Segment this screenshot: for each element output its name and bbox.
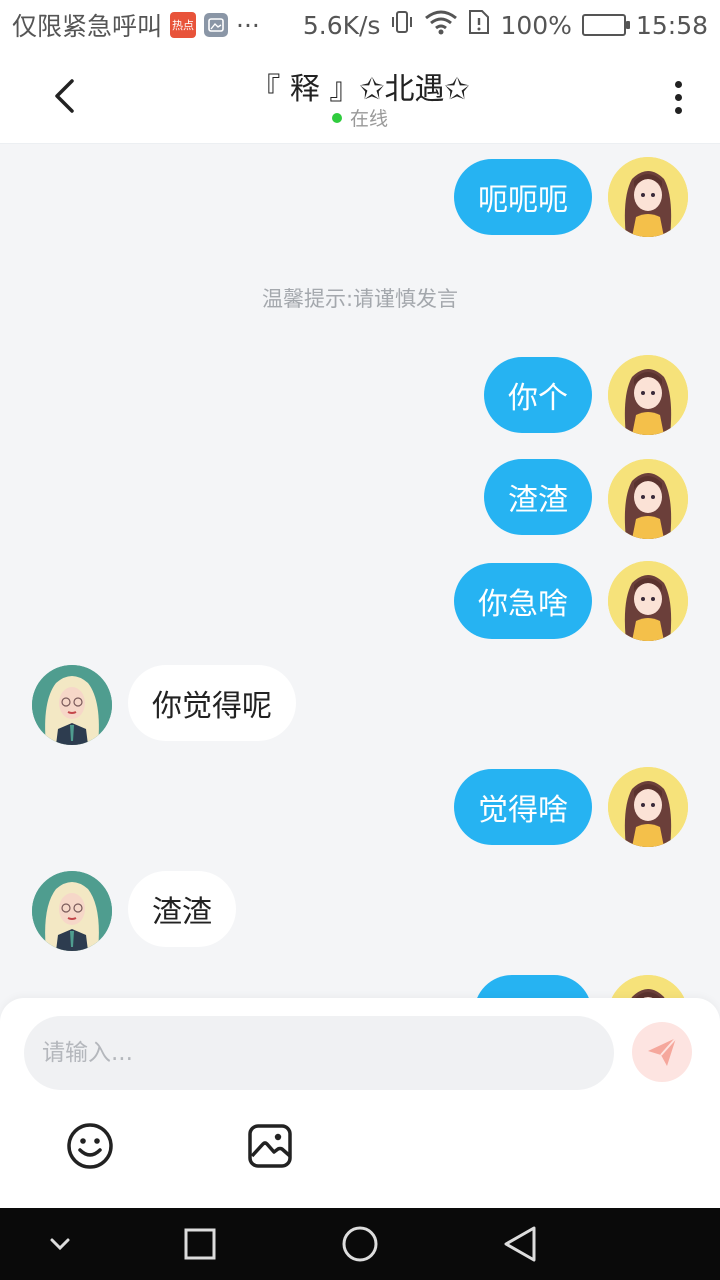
my-avatar[interactable] (608, 355, 688, 435)
system-tip: 温馨提示:请谨慎发言 (261, 287, 459, 311)
my-avatar[interactable] (608, 561, 688, 641)
dot-icon (674, 106, 682, 114)
send-icon (648, 1037, 677, 1066)
chevron-down-icon (50, 1238, 70, 1251)
carrier-text: 仅限紧急呼叫 (12, 12, 163, 41)
contact-name: 『 释 』✩北遇✩ (250, 72, 470, 107)
more-options-button[interactable] (662, 74, 694, 120)
contact-message-bubble[interactable]: 你觉得呢 (128, 665, 296, 741)
image-button[interactable] (246, 1122, 294, 1170)
message-list[interactable]: 呃呃呃 温馨提示:请谨慎发言 你个 渣渣 你急啥 你觉得呢 觉得啥 渣渣 (0, 145, 720, 1005)
contact-avatar[interactable] (32, 665, 112, 745)
my-message-bubble[interactable]: 你个 (484, 357, 592, 433)
square-icon (184, 1228, 216, 1260)
battery-percent: 100% (500, 10, 572, 40)
my-message-bubble[interactable]: 觉得啥 (454, 769, 592, 845)
wifi-icon (424, 9, 458, 41)
emoji-button[interactable] (66, 1122, 114, 1170)
hotspot-badge-icon: 热点 (170, 12, 197, 38)
more-notifications-indicator: ··· (236, 10, 260, 40)
circle-icon (342, 1226, 378, 1262)
my-message-bubble[interactable]: 渣渣 (484, 459, 592, 535)
image-icon (248, 1124, 292, 1168)
dot-icon (674, 93, 682, 101)
dot-icon (674, 80, 682, 88)
presence-label: 在线 (349, 108, 388, 130)
message-input[interactable] (24, 1016, 614, 1090)
nav-home-button[interactable] (338, 1222, 382, 1266)
nav-recents-button[interactable] (178, 1222, 222, 1266)
battery-icon (581, 14, 630, 36)
contact-avatar[interactable] (32, 871, 112, 951)
chat-header: 『 释 』✩北遇✩ 在线 (0, 50, 720, 144)
vibrate-icon (390, 9, 414, 41)
network-speed: 5.6K/s (302, 10, 381, 40)
presence-status: 在线 (0, 104, 720, 131)
send-button[interactable] (632, 1022, 692, 1082)
status-bar: 仅限紧急呼叫 热点 ··· 5.6K/s 100% 15:58 (0, 0, 720, 50)
my-avatar[interactable] (608, 157, 688, 237)
my-message-bubble[interactable]: 呃呃呃 (454, 159, 592, 235)
system-nav-bar (0, 1208, 720, 1280)
nav-back-button[interactable] (498, 1222, 542, 1266)
contact-message-bubble[interactable]: 渣渣 (128, 871, 236, 947)
my-avatar[interactable] (608, 767, 688, 847)
sim-alert-icon (468, 9, 490, 41)
my-message-bubble[interactable]: 你急啥 (454, 563, 592, 639)
composer-panel (0, 998, 720, 1208)
triangle-back-icon (504, 1226, 536, 1262)
gallery-notification-icon (204, 13, 229, 37)
nav-collapse-button[interactable] (38, 1222, 82, 1266)
my-avatar[interactable] (608, 459, 688, 539)
online-dot-icon (331, 112, 342, 123)
clock: 15:58 (635, 10, 708, 40)
emoji-icon (67, 1123, 113, 1169)
